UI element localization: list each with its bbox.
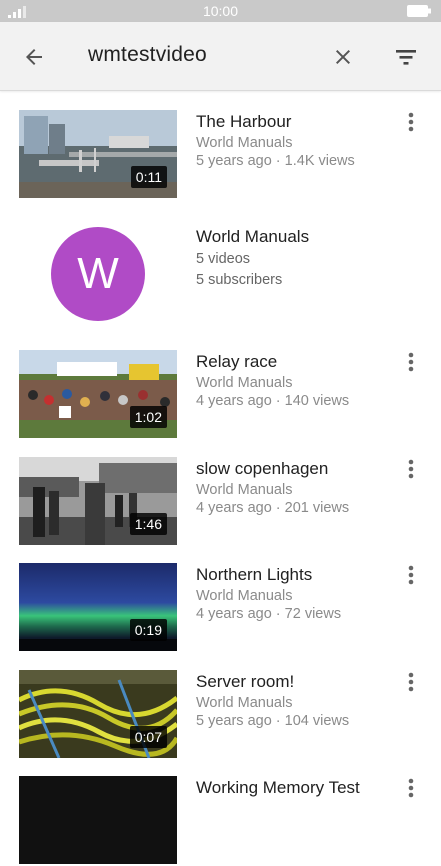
- more-options-icon[interactable]: [402, 457, 420, 481]
- more-options-icon[interactable]: [402, 776, 420, 800]
- video-title[interactable]: Northern Lights: [196, 565, 312, 585]
- video-title[interactable]: Server room!: [196, 672, 294, 692]
- video-channel: World Manuals: [196, 695, 293, 711]
- video-meta: 4 years ago · 140 views: [196, 393, 350, 409]
- video-channel: World Manuals: [196, 482, 293, 498]
- video-thumbnail[interactable]: [19, 776, 177, 864]
- video-duration: 0:19: [129, 619, 167, 641]
- video-title[interactable]: The Harbour: [196, 112, 291, 132]
- video-meta: 5 years ago · 104 views: [196, 713, 350, 729]
- close-icon[interactable]: [331, 45, 355, 69]
- video-duration: 1:02: [129, 406, 167, 428]
- search-bar: wmtestvideo: [0, 22, 441, 91]
- video-duration: 0:07: [129, 726, 167, 748]
- battery-icon: [407, 5, 431, 17]
- more-options-icon[interactable]: [402, 110, 420, 134]
- video-thumbnail[interactable]: 0:11: [19, 110, 177, 198]
- video-duration: 1:46: [129, 513, 167, 535]
- video-thumbnail[interactable]: 0:19: [19, 563, 177, 651]
- search-input[interactable]: wmtestvideo: [88, 43, 207, 67]
- video-item[interactable]: Working Memory Test: [0, 776, 441, 866]
- video-item[interactable]: 0:07 Server room! World Manuals 5 years …: [0, 670, 441, 760]
- video-meta: 4 years ago · 201 views: [196, 500, 350, 516]
- channel-video-count: 5 videos: [196, 251, 251, 267]
- video-item[interactable]: 1:46 slow copenhagen World Manuals 4 yea…: [0, 457, 441, 547]
- video-meta: 4 years ago · 72 views: [196, 606, 342, 622]
- video-item[interactable]: 1:02 Relay race World Manuals 4 years ag…: [0, 350, 441, 440]
- video-channel: World Manuals: [196, 375, 293, 391]
- more-options-icon[interactable]: [402, 670, 420, 694]
- video-thumbnail[interactable]: 1:46: [19, 457, 177, 545]
- video-thumbnail[interactable]: 0:07: [19, 670, 177, 758]
- channel-avatar[interactable]: W: [51, 227, 145, 321]
- more-options-icon[interactable]: [402, 350, 420, 374]
- back-arrow-icon[interactable]: [22, 45, 46, 69]
- video-meta: 5 years ago · 1.4K views: [196, 153, 355, 169]
- filter-icon[interactable]: [394, 45, 418, 69]
- video-duration: 0:11: [130, 166, 167, 188]
- video-title[interactable]: Relay race: [196, 352, 277, 372]
- channel-name[interactable]: World Manuals: [196, 227, 309, 247]
- video-item[interactable]: 0:11 The Harbour World Manuals 5 years a…: [0, 110, 441, 200]
- video-item[interactable]: 0:19 Northern Lights World Manuals 4 yea…: [0, 563, 441, 653]
- channel-item[interactable]: W World Manuals 5 videos 5 subscribers: [0, 217, 441, 327]
- status-bar: 10:00: [0, 0, 441, 22]
- video-thumbnail[interactable]: 1:02: [19, 350, 177, 438]
- video-title[interactable]: Working Memory Test: [196, 778, 360, 798]
- video-channel: World Manuals: [196, 588, 293, 604]
- channel-subscriber-count: 5 subscribers: [196, 272, 283, 288]
- video-title[interactable]: slow copenhagen: [196, 459, 328, 479]
- more-options-icon[interactable]: [402, 563, 420, 587]
- status-time: 10:00: [202, 3, 239, 19]
- video-channel: World Manuals: [196, 135, 293, 151]
